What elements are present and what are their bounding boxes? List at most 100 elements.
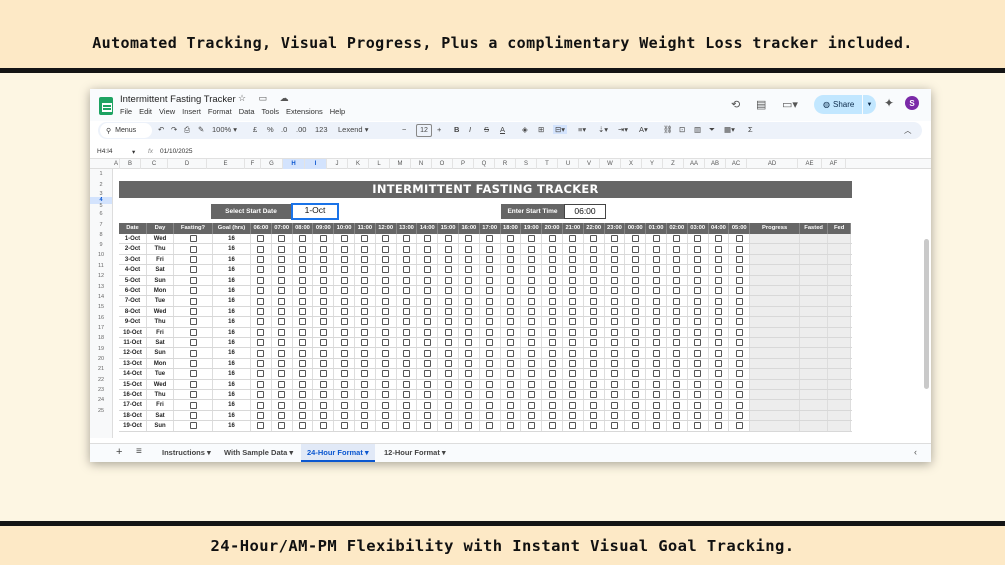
checkbox[interactable]: [361, 411, 369, 419]
column-header-r[interactable]: R: [495, 159, 516, 169]
checkbox[interactable]: [298, 287, 306, 295]
checkbox[interactable]: [298, 318, 306, 326]
column-header-l[interactable]: L: [369, 159, 390, 169]
checkbox[interactable]: [423, 391, 431, 399]
checkbox[interactable]: [548, 297, 556, 305]
history-icon[interactable]: ⟲: [731, 98, 740, 111]
checkbox[interactable]: [714, 266, 722, 274]
checkbox[interactable]: [694, 266, 702, 274]
column-header-h[interactable]: H: [283, 159, 305, 169]
checkbox[interactable]: [610, 266, 618, 274]
functions-button[interactable]: Σ: [748, 125, 753, 134]
column-header-y[interactable]: Y: [642, 159, 663, 169]
currency-button[interactable]: £: [253, 125, 257, 134]
checkbox[interactable]: [714, 422, 722, 430]
checkbox[interactable]: [590, 349, 598, 357]
checkbox[interactable]: [527, 255, 535, 263]
checkbox[interactable]: [444, 328, 452, 336]
checkbox[interactable]: [361, 349, 369, 357]
checkbox[interactable]: [527, 266, 535, 274]
column-header-ac[interactable]: AC: [726, 159, 747, 169]
checkbox[interactable]: [257, 359, 265, 367]
checkbox[interactable]: [631, 380, 639, 388]
checkbox[interactable]: [714, 339, 722, 347]
increase-decimal-button[interactable]: .00: [296, 125, 306, 134]
checkbox[interactable]: [340, 422, 348, 430]
column-header-b[interactable]: B: [120, 159, 141, 169]
checkbox[interactable]: [569, 245, 577, 253]
checkbox[interactable]: [527, 422, 535, 430]
checkbox[interactable]: [465, 401, 473, 409]
checkbox[interactable]: [506, 339, 514, 347]
checkbox[interactable]: [382, 380, 390, 388]
undo-icon[interactable]: ↶: [158, 125, 164, 134]
column-header-d[interactable]: D: [168, 159, 207, 169]
checkbox[interactable]: [465, 266, 473, 274]
checkbox[interactable]: [319, 328, 327, 336]
checkbox[interactable]: [382, 318, 390, 326]
checkbox[interactable]: [298, 276, 306, 284]
checkbox[interactable]: [340, 297, 348, 305]
align-horizontal-icon[interactable]: ≡▾: [578, 125, 586, 134]
checkbox[interactable]: [714, 318, 722, 326]
checkbox[interactable]: [714, 276, 722, 284]
column-header-a[interactable]: A: [113, 159, 120, 169]
checkbox[interactable]: [610, 297, 618, 305]
column-header-n[interactable]: N: [411, 159, 432, 169]
checkbox[interactable]: [714, 328, 722, 336]
checkbox[interactable]: [361, 370, 369, 378]
checkbox[interactable]: [652, 287, 660, 295]
checkbox[interactable]: [319, 318, 327, 326]
checkbox[interactable]: [506, 391, 514, 399]
menu-extensions[interactable]: Extensions: [286, 107, 323, 116]
checkbox[interactable]: [610, 370, 618, 378]
checkbox[interactable]: [673, 339, 681, 347]
title-icons[interactable]: ☆ ▭ ☁: [238, 93, 294, 104]
checkbox[interactable]: [340, 307, 348, 315]
checkbox[interactable]: [444, 307, 452, 315]
checkbox[interactable]: [361, 266, 369, 274]
checkbox[interactable]: [486, 411, 494, 419]
checkbox[interactable]: [382, 266, 390, 274]
checkbox[interactable]: [257, 380, 265, 388]
checkbox[interactable]: [257, 276, 265, 284]
checkbox[interactable]: [319, 339, 327, 347]
checkbox[interactable]: [382, 349, 390, 357]
checkbox[interactable]: [257, 422, 265, 430]
checkbox[interactable]: [298, 235, 306, 243]
link-icon[interactable]: ⛓: [663, 125, 673, 134]
checkbox[interactable]: [444, 370, 452, 378]
checkbox[interactable]: [319, 349, 327, 357]
checkbox[interactable]: [298, 328, 306, 336]
checkbox[interactable]: [631, 422, 639, 430]
checkbox[interactable]: [631, 297, 639, 305]
checkbox[interactable]: [257, 318, 265, 326]
checkbox[interactable]: [527, 380, 535, 388]
checkbox[interactable]: [652, 380, 660, 388]
checkbox[interactable]: [189, 297, 197, 305]
checkbox[interactable]: [278, 297, 286, 305]
font-select[interactable]: Lexend ▾: [338, 125, 368, 134]
checkbox[interactable]: [714, 380, 722, 388]
checkbox[interactable]: [610, 276, 618, 284]
tab-dropdown-icon[interactable]: ▾: [440, 448, 446, 457]
avatar[interactable]: S: [905, 96, 919, 110]
checkbox[interactable]: [423, 307, 431, 315]
checkbox[interactable]: [714, 235, 722, 243]
checkbox[interactable]: [361, 307, 369, 315]
checkbox[interactable]: [423, 359, 431, 367]
checkbox[interactable]: [189, 359, 197, 367]
checkbox[interactable]: [548, 307, 556, 315]
checkbox[interactable]: [465, 245, 473, 253]
checkbox[interactable]: [735, 307, 743, 315]
checkbox[interactable]: [486, 359, 494, 367]
checkbox[interactable]: [298, 359, 306, 367]
checkbox[interactable]: [694, 422, 702, 430]
checkbox[interactable]: [257, 349, 265, 357]
checkbox[interactable]: [382, 391, 390, 399]
checkbox[interactable]: [673, 380, 681, 388]
checkbox[interactable]: [569, 255, 577, 263]
checkbox[interactable]: [631, 235, 639, 243]
checkbox[interactable]: [506, 266, 514, 274]
checkbox[interactable]: [465, 370, 473, 378]
